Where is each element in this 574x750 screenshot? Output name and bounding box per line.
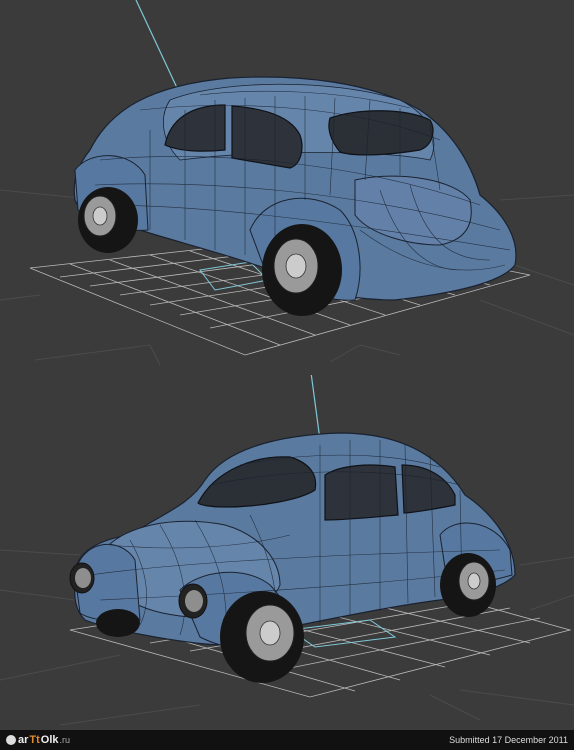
rear-left-wheel xyxy=(78,187,138,253)
logo-accent: Tt xyxy=(29,734,40,746)
rear-wheel-far xyxy=(440,553,496,617)
rear-view-illustration xyxy=(0,0,574,366)
viewport-front xyxy=(0,375,574,730)
footer-bar: ar Tt Olk .ru Submitted 17 December 2011 xyxy=(0,730,574,750)
logo-prefix: ar xyxy=(18,734,29,746)
render-sheet: ar Tt Olk .ru Submitted 17 December 2011 xyxy=(0,0,574,750)
site-logo[interactable]: ar Tt Olk .ru xyxy=(6,734,70,746)
logo-mark-icon xyxy=(6,735,16,745)
logo-tld: .ru xyxy=(59,735,71,745)
beetle-car-front xyxy=(69,432,516,683)
left-headlight xyxy=(69,562,95,594)
front-right-wheel xyxy=(220,591,304,683)
viewport-rear xyxy=(0,0,574,375)
right-headlight xyxy=(178,583,208,619)
beetle-car-rear xyxy=(73,76,517,316)
logo-suffix: Olk xyxy=(40,734,59,746)
front-view-illustration xyxy=(0,375,574,726)
rear-right-wheel xyxy=(262,224,342,316)
submitted-date: Submitted 17 December 2011 xyxy=(449,735,568,745)
front-left-wheel xyxy=(96,609,140,637)
